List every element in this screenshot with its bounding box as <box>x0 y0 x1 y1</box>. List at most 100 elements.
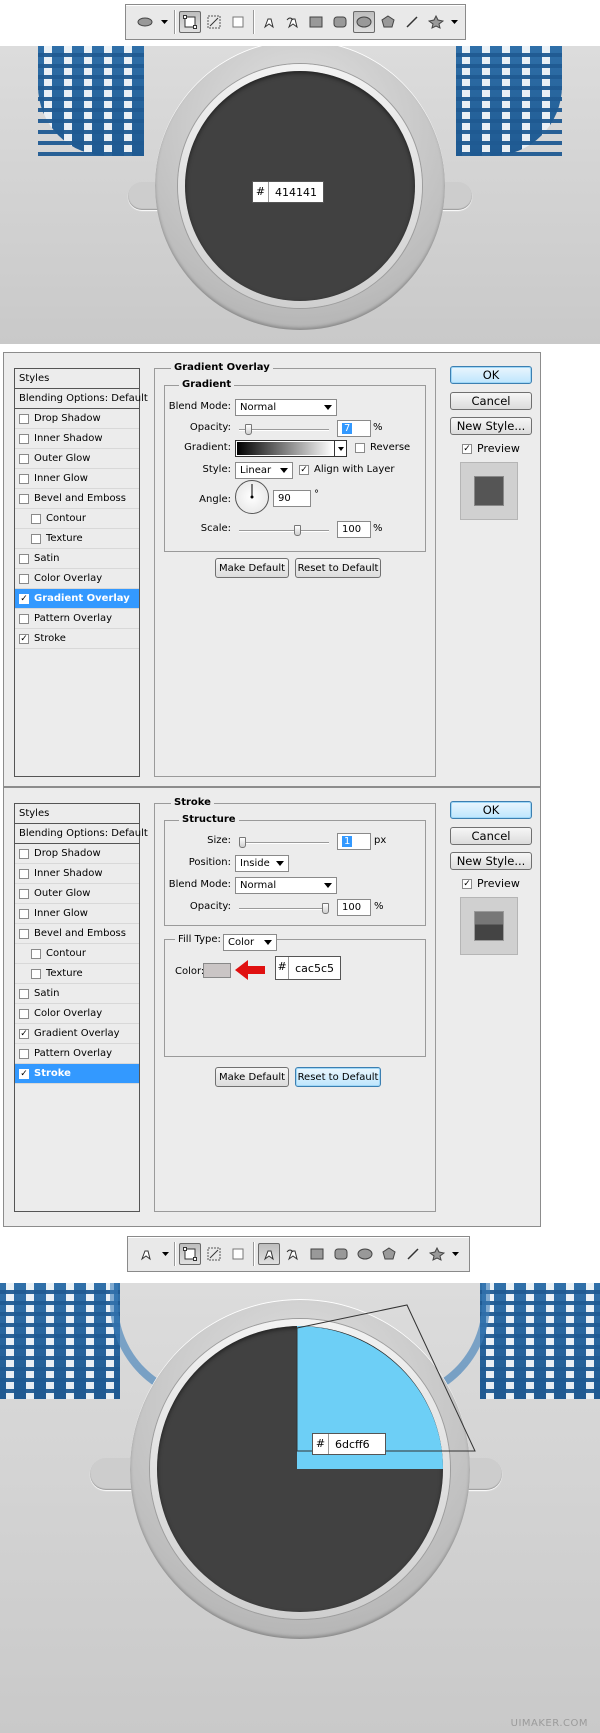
checkbox-icon[interactable] <box>19 928 29 939</box>
align-check-icon[interactable]: ✓ <box>299 464 309 475</box>
blend-mode-select[interactable]: Normal <box>235 877 337 894</box>
style-item-satin[interactable]: Satin <box>15 984 139 1004</box>
reset-to-default-button[interactable]: Reset to Default <box>295 1067 381 1087</box>
style-item-inner-glow[interactable]: Inner Glow <box>15 469 139 489</box>
fill-type-select[interactable]: Color <box>223 934 277 951</box>
style-item-drop-shadow[interactable]: Drop Shadow <box>15 844 139 864</box>
reverse-check-icon[interactable] <box>355 442 365 453</box>
preview-check-icon[interactable]: ✓ <box>462 443 472 454</box>
line-icon[interactable] <box>401 11 423 33</box>
reset-to-default-button[interactable]: Reset to Default <box>295 558 381 578</box>
ok-button[interactable]: OK <box>450 801 532 819</box>
style-item-gradient-overlay[interactable]: ✓ Gradient Overlay <box>15 1024 139 1044</box>
style-item-inner-shadow[interactable]: Inner Shadow <box>15 429 139 449</box>
style-item-bevel-and-emboss[interactable]: Bevel and Emboss <box>15 924 139 944</box>
preview-checkbox[interactable]: ✓ Preview <box>462 877 520 890</box>
rounded-rectangle-icon[interactable] <box>330 1243 352 1265</box>
checkbox-icon[interactable] <box>19 473 29 484</box>
checkbox-icon[interactable] <box>31 948 41 959</box>
make-default-button[interactable]: Make Default <box>215 1067 289 1087</box>
paths-icon[interactable] <box>203 11 225 33</box>
cancel-button[interactable]: Cancel <box>450 827 532 845</box>
new-style-button[interactable]: New Style... <box>450 417 532 435</box>
checkbox-icon[interactable]: ✓ <box>19 1068 29 1079</box>
checkbox-icon[interactable] <box>19 553 29 564</box>
dropdown-arrow-icon[interactable] <box>449 11 459 33</box>
gradient-preview[interactable] <box>236 441 334 456</box>
checkbox-icon[interactable]: ✓ <box>19 593 29 604</box>
opacity-slider-thumb[interactable] <box>244 424 252 435</box>
ok-button[interactable]: OK <box>450 366 532 384</box>
scale-slider-thumb[interactable] <box>294 525 302 536</box>
polygon-icon[interactable] <box>378 1243 400 1265</box>
opacity-slider[interactable] <box>239 424 329 435</box>
paths-icon[interactable] <box>203 1243 225 1265</box>
ellipse-icon[interactable] <box>353 11 376 33</box>
checkbox-icon[interactable] <box>19 848 29 859</box>
style-item-inner-shadow[interactable]: Inner Shadow <box>15 864 139 884</box>
dropdown-arrow-icon[interactable] <box>450 1243 460 1265</box>
stroke-color-swatch[interactable] <box>203 963 231 978</box>
checkbox-icon[interactable] <box>19 868 29 879</box>
rectangle-icon[interactable] <box>306 1243 328 1265</box>
style-item-texture[interactable]: Texture <box>15 529 139 549</box>
checkbox-icon[interactable] <box>19 433 29 444</box>
style-item-color-overlay[interactable]: Color Overlay <box>15 569 139 589</box>
opacity-input[interactable]: 100 <box>337 899 371 916</box>
fill-pixels-icon[interactable] <box>227 11 249 33</box>
rectangle-icon[interactable] <box>305 11 327 33</box>
checkbox-icon[interactable] <box>19 493 29 504</box>
blend-mode-select[interactable]: Normal <box>235 399 337 416</box>
blending-options-item[interactable]: Blending Options: Default <box>15 389 148 409</box>
size-slider-thumb[interactable] <box>239 837 246 848</box>
style-item-stroke[interactable]: ✓ Stroke <box>15 1064 139 1084</box>
freeform-pen-icon[interactable] <box>282 1243 304 1265</box>
line-icon[interactable] <box>402 1243 424 1265</box>
size-input[interactable]: 1 <box>337 833 371 850</box>
polygon-icon[interactable] <box>377 11 399 33</box>
checkbox-icon[interactable] <box>31 533 41 544</box>
opacity-slider[interactable] <box>239 903 329 914</box>
checkbox-icon[interactable] <box>19 1048 29 1059</box>
rounded-rectangle-icon[interactable] <box>329 11 351 33</box>
style-item-outer-glow[interactable]: Outer Glow <box>15 884 139 904</box>
new-style-button[interactable]: New Style... <box>450 852 532 870</box>
checkbox-icon[interactable] <box>19 573 29 584</box>
styles-header[interactable]: Styles <box>15 369 139 389</box>
preview-checkbox[interactable]: ✓ Preview <box>462 442 520 455</box>
style-item-contour[interactable]: Contour <box>15 944 139 964</box>
style-item-outer-glow[interactable]: Outer Glow <box>15 449 139 469</box>
checkbox-icon[interactable] <box>19 1008 29 1019</box>
blending-options-item[interactable]: Blending Options: Default <box>15 824 148 844</box>
shape-layers-icon[interactable] <box>179 1243 201 1265</box>
style-item-color-overlay[interactable]: Color Overlay <box>15 1004 139 1024</box>
pen-tool-icon[interactable] <box>134 1243 158 1265</box>
styles-header[interactable]: Styles <box>15 804 139 824</box>
fill-pixels-icon[interactable] <box>227 1243 249 1265</box>
checkbox-icon[interactable] <box>19 453 29 464</box>
freeform-pen-icon[interactable] <box>282 11 304 33</box>
style-item-inner-glow[interactable]: Inner Glow <box>15 904 139 924</box>
style-item-gradient-overlay[interactable]: ✓ Gradient Overlay <box>15 589 139 609</box>
align-with-layer-checkbox[interactable]: ✓ Align with Layer <box>299 464 395 475</box>
checkbox-icon[interactable] <box>31 968 41 979</box>
scale-input[interactable]: 100 <box>337 521 371 538</box>
cancel-button[interactable]: Cancel <box>450 392 532 410</box>
checkbox-icon[interactable]: ✓ <box>19 1028 29 1039</box>
checkbox-icon[interactable]: ✓ <box>19 633 29 644</box>
position-select[interactable]: Inside <box>235 855 289 872</box>
dropdown-arrow-icon[interactable] <box>160 1243 170 1265</box>
style-item-bevel-and-emboss[interactable]: Bevel and Emboss <box>15 489 139 509</box>
shape-layers-icon[interactable] <box>178 11 201 33</box>
angle-dial[interactable] <box>235 480 269 514</box>
ellipse-tool-icon[interactable] <box>132 11 158 33</box>
custom-shape-icon[interactable] <box>425 11 447 33</box>
preview-check-icon[interactable]: ✓ <box>462 878 472 889</box>
checkbox-icon[interactable] <box>19 908 29 919</box>
style-item-pattern-overlay[interactable]: Pattern Overlay <box>15 609 139 629</box>
checkbox-icon[interactable] <box>31 513 41 524</box>
opacity-slider-thumb[interactable] <box>322 903 329 914</box>
checkbox-icon[interactable] <box>19 413 29 424</box>
dropdown-arrow-icon[interactable] <box>160 11 170 33</box>
style-item-pattern-overlay[interactable]: Pattern Overlay <box>15 1044 139 1064</box>
